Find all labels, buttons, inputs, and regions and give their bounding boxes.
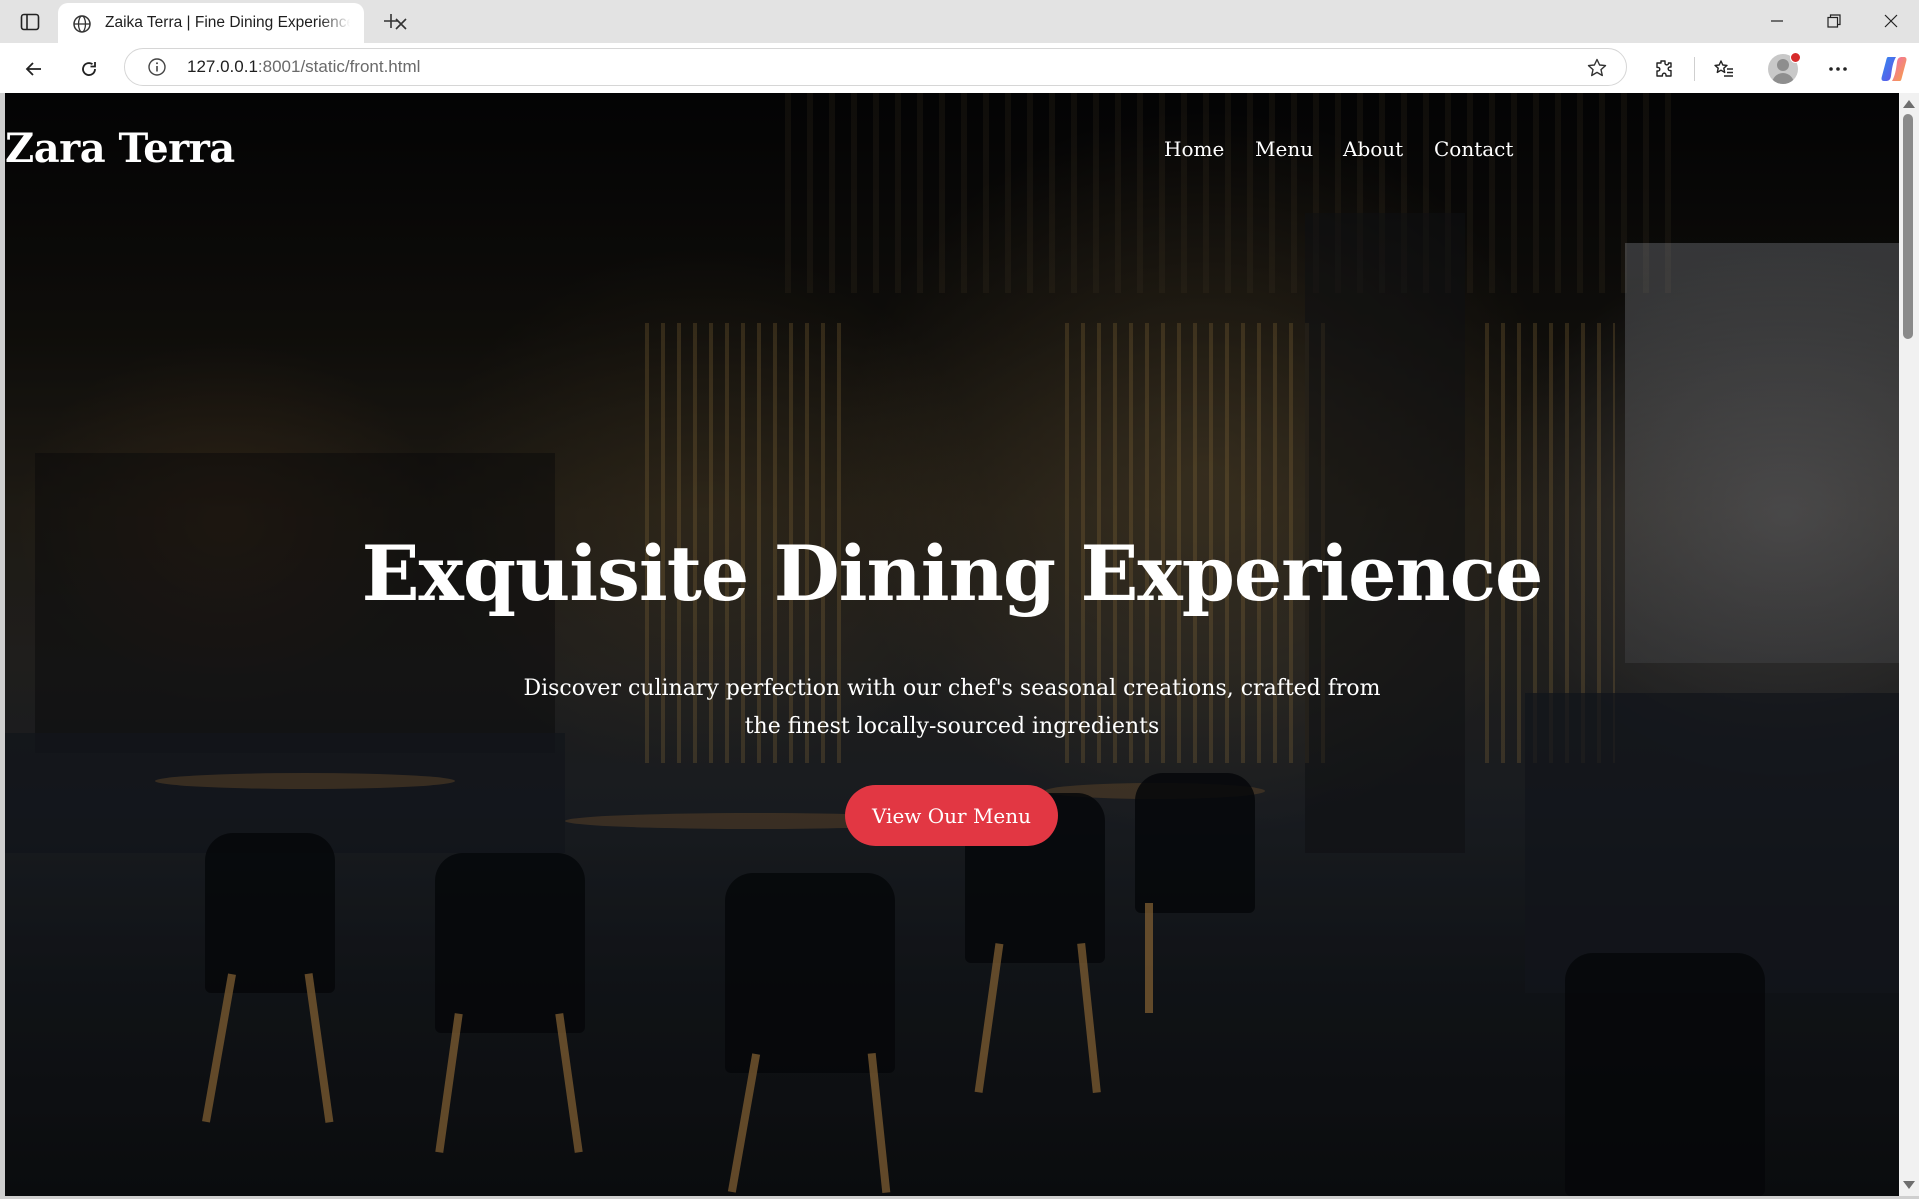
- avatar-head: [1777, 59, 1789, 71]
- url-path: :8001/static/front.html: [257, 57, 421, 76]
- nav-link-menu[interactable]: Menu: [1255, 137, 1313, 161]
- browser-toolbar: 127.0.0.1:8001/static/front.html: [0, 43, 1919, 93]
- hero-dark-overlay: [5, 93, 1899, 1196]
- scroll-down-arrow-icon[interactable]: [1903, 1181, 1915, 1189]
- hero-subtitle: Discover culinary perfection with our ch…: [523, 676, 1381, 739]
- new-tab-icon[interactable]: [378, 8, 404, 34]
- page-viewport: Zara Terra Home Menu About Contact Exqui…: [5, 93, 1899, 1196]
- page-scrollbar[interactable]: [1899, 93, 1919, 1196]
- site-info-icon[interactable]: [147, 57, 167, 77]
- favorite-star-icon[interactable]: [1586, 57, 1608, 79]
- view-menu-button[interactable]: View Our Menu: [845, 785, 1058, 846]
- restore-icon[interactable]: [1811, 6, 1857, 36]
- back-icon[interactable]: [18, 53, 50, 85]
- toolbar-divider: [1694, 57, 1695, 81]
- main-nav: Home Menu About Contact: [5, 137, 1899, 167]
- notification-dot: [1790, 52, 1801, 63]
- favorites-icon[interactable]: [1708, 53, 1740, 85]
- sidebar-toggle-icon[interactable]: [16, 10, 44, 34]
- address-bar[interactable]: 127.0.0.1:8001/static/front.html: [124, 48, 1627, 86]
- nav-link-contact[interactable]: Contact: [1434, 137, 1513, 161]
- minimize-icon[interactable]: [1754, 6, 1800, 36]
- browser-tab[interactable]: Zaika Terra | Fine Dining Experience: [58, 3, 407, 44]
- close-window-icon[interactable]: [1868, 6, 1914, 36]
- url-text[interactable]: 127.0.0.1:8001/static/front.html: [187, 57, 420, 77]
- url-host: 127.0.0.1: [187, 57, 258, 76]
- nav-link-about[interactable]: About: [1343, 137, 1403, 161]
- nav-link-home[interactable]: Home: [1164, 137, 1224, 161]
- reload-icon[interactable]: [73, 53, 105, 85]
- tab-title: Zaika Terra | Fine Dining Experience: [105, 14, 350, 31]
- extensions-icon[interactable]: [1648, 53, 1680, 85]
- scroll-up-arrow-icon[interactable]: [1903, 100, 1915, 108]
- more-options-icon[interactable]: [1822, 53, 1854, 85]
- tab-strip: Zaika Terra | Fine Dining Experience: [0, 0, 1919, 44]
- hero-title: Exquisite Dining Experience: [361, 529, 1544, 618]
- scroll-thumb[interactable]: [1903, 114, 1913, 339]
- copilot-icon[interactable]: [1879, 54, 1909, 84]
- avatar-shoulders: [1772, 73, 1794, 84]
- globe-icon: [72, 14, 92, 34]
